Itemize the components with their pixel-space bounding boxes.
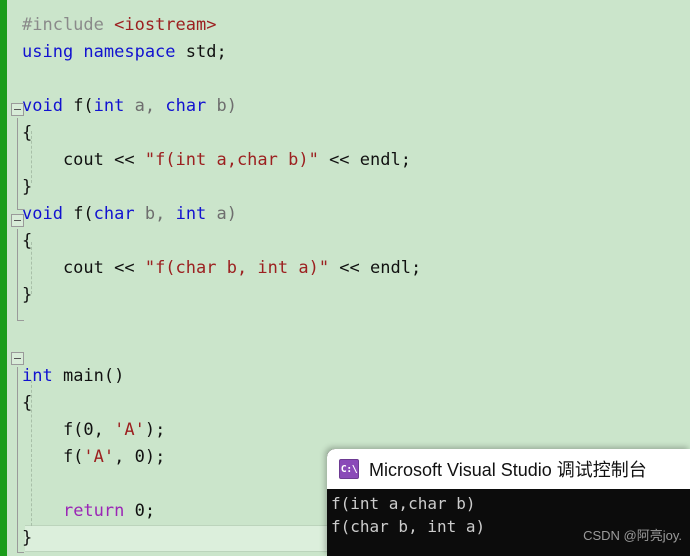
code-token: cout << (22, 150, 145, 170)
console-cmd-icon: C:\ (339, 459, 359, 479)
code-token: using namespace (22, 42, 186, 62)
code-line[interactable]: void f(char b, int a) (0, 201, 690, 228)
code-token: } (22, 528, 33, 548)
code-line[interactable] (0, 309, 690, 336)
code-line[interactable]: { (0, 120, 690, 147)
code-line-text: void f(int a, char b) (22, 93, 237, 120)
code-line-text: using namespace std; (22, 39, 227, 66)
code-token: a, (134, 96, 166, 116)
code-token: <iostream> (114, 15, 217, 35)
code-line-text: f('A', 0); (22, 444, 165, 471)
code-token: 0; (134, 501, 156, 521)
console-output-line: f(int a,char b) (331, 494, 476, 513)
console-title-text: Microsoft Visual Studio 调试控制台 (369, 460, 647, 480)
console-window[interactable]: C:\ Microsoft Visual Studio 调试控制台 f(int … (327, 449, 690, 556)
code-token: f( (73, 204, 94, 224)
code-line[interactable]: int main() (0, 363, 690, 390)
code-line-text: void f(char b, int a) (22, 201, 237, 228)
code-line-text: } (22, 525, 32, 552)
code-token: << endl; (329, 258, 422, 278)
fold-toggle-icon[interactable] (11, 352, 24, 365)
console-output: f(int a,char b) f(char b, int a) (327, 489, 690, 556)
code-token: b, (144, 204, 176, 224)
code-line[interactable]: using namespace std; (0, 39, 690, 66)
code-token: f(0, (22, 420, 115, 440)
code-token: 'A' (83, 447, 115, 467)
code-token: f( (73, 96, 94, 116)
code-token: char (165, 96, 217, 116)
code-line[interactable]: f(0, 'A'); (0, 417, 690, 444)
console-icon-label: C:\ (340, 463, 358, 475)
code-line[interactable]: { (0, 390, 690, 417)
code-line-text: return 0; (22, 498, 155, 525)
code-line[interactable] (0, 66, 690, 93)
code-line[interactable]: void f(int a, char b) (0, 93, 690, 120)
code-line[interactable]: cout << "f(int a,char b)" << endl; (0, 147, 690, 174)
fold-region-line (17, 118, 24, 210)
console-title-bar[interactable]: C:\ Microsoft Visual Studio 调试控制台 (327, 449, 690, 489)
code-token: b) (216, 96, 238, 116)
screenshot-root: #include <iostream> using namespace std; v… (0, 0, 690, 556)
indent-guide (31, 242, 32, 294)
code-token: int (175, 204, 217, 224)
indent-guide (31, 380, 32, 526)
code-token: main() (62, 366, 125, 386)
code-token: return (62, 501, 135, 521)
code-line[interactable]: } (0, 174, 690, 201)
code-line[interactable]: #include <iostream> (0, 12, 690, 39)
indent-guide (31, 131, 32, 183)
code-token: int (22, 366, 63, 386)
code-token: int (93, 96, 135, 116)
code-line[interactable] (0, 336, 690, 363)
code-token: char (93, 204, 145, 224)
code-line[interactable]: cout << "f(char b, int a)" << endl; (0, 255, 690, 282)
code-line[interactable]: { (0, 228, 690, 255)
code-token: "f(int a,char b)" (144, 150, 319, 170)
code-line-text: cout << "f(int a,char b)" << endl; (22, 147, 411, 174)
code-token: void (22, 96, 74, 116)
code-token: cout << (22, 258, 145, 278)
code-token: #include (22, 15, 115, 35)
fold-toggle-icon[interactable] (11, 214, 24, 227)
code-token: std; (185, 42, 227, 62)
code-token: 'A' (114, 420, 145, 440)
code-line-text: f(0, 'A'); (22, 417, 165, 444)
fold-region-line (17, 367, 24, 553)
code-line-text: cout << "f(char b, int a)" << endl; (22, 255, 421, 282)
code-line[interactable]: } (0, 282, 690, 309)
watermark: CSDN @阿亮joy. (583, 528, 682, 543)
code-token: a) (216, 204, 238, 224)
fold-toggle-icon[interactable] (11, 103, 24, 116)
code-token: void (22, 204, 74, 224)
code-token: "f(char b, int a)" (144, 258, 330, 278)
code-line-text: #include <iostream> (22, 12, 216, 39)
code-token: , 0); (114, 447, 166, 467)
fold-region-line (17, 229, 24, 321)
code-token: ); (144, 420, 166, 440)
code-token: << endl; (318, 150, 411, 170)
code-line-text: int main() (22, 363, 124, 390)
